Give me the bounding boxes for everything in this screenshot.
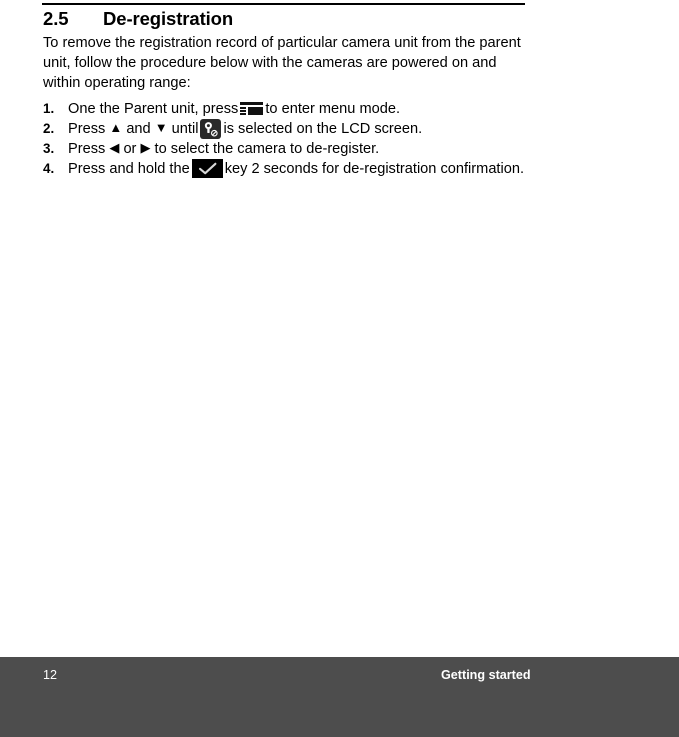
page-footer: 12 Getting started [0,657,679,737]
step-text: Press ◀ or ▶ to select the camera to de-… [68,139,533,159]
list-item: 2. Press ▲ and ▼ until is selected on the… [43,118,533,139]
step-text-mid: or [123,141,137,158]
arrow-right-icon: ▶ [140,140,151,156]
step-text: Press ▲ and ▼ until is selected on the LC… [68,118,533,139]
step-number: 3. [43,141,55,157]
step-text-before: Press [68,120,106,137]
menu-icon [240,101,264,116]
step-number: 4. [43,161,55,177]
footer-section-name: Getting started [441,668,531,682]
list-item: 1. One the Parent unit, press to enter me… [43,99,533,119]
camera-deregister-icon [200,118,222,139]
page-content: 2.5 De-registration To remove the regist… [43,8,533,179]
document-page: 2.5 De-registration To remove the regist… [0,0,679,737]
step-text-mid: until [171,120,199,137]
arrow-left-icon: ◀ [109,140,120,156]
step-text-before: Press [68,141,106,158]
intro-paragraph: To remove the registration record of par… [43,35,521,92]
list-item: 3. Press ◀ or ▶ to select the camera to … [43,139,533,159]
step-text-after: to enter menu mode. [265,100,401,117]
step-text-after: to select the camera to de-register. [154,141,380,158]
menu-icon-small-bar [240,106,247,109]
step-number: 1. [43,100,55,116]
menu-icon-small-bar [240,112,247,115]
arrow-up-icon: ▲ [109,119,123,135]
page-number: 12 [43,668,58,682]
step-number: 2. [43,120,55,136]
step-text-before: One the Parent unit, press [68,100,239,117]
step-text: One the Parent unit, press to enter menu … [68,99,533,119]
menu-icon-top-bar [240,101,264,105]
arrow-down-icon: ▼ [154,119,168,135]
confirm-key-icon [191,159,223,179]
menu-icon-block [248,106,264,115]
page-title: 2.5 De-registration [43,8,533,30]
list-item: 4. Press and hold the key 2 seconds for d… [43,159,533,179]
header-rule [42,3,525,5]
step-text-mid: and [126,120,151,137]
menu-icon-small-bar [240,109,247,112]
section-number: 2.5 [43,8,69,29]
step-text-after: is selected on the LCD screen. [223,120,423,137]
step-text-after: key 2 seconds for de-registration confir… [224,161,525,178]
steps-list: 1. One the Parent unit, press to enter me… [43,99,533,180]
step-text: Press and hold the key 2 seconds for de-r… [68,159,533,179]
step-text-before: Press and hold the [68,161,190,178]
section-title: De-registration [103,8,234,29]
